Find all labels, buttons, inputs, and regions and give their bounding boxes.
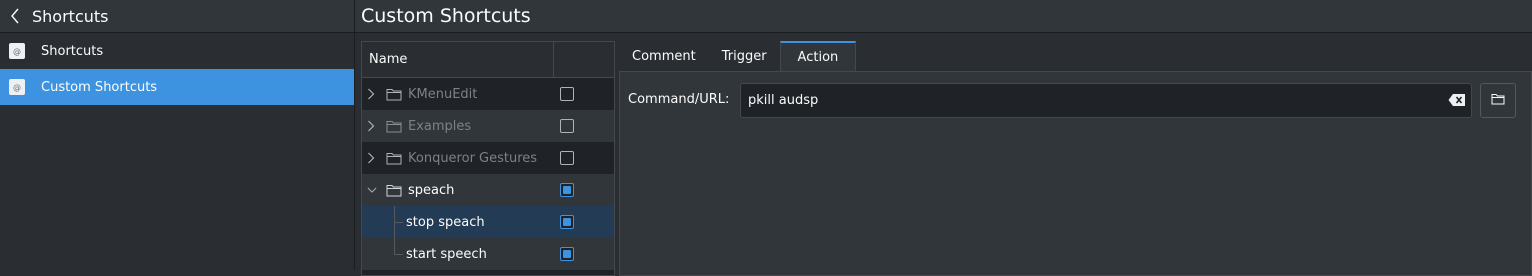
tab-trigger[interactable]: Trigger [709, 41, 780, 72]
enable-checkbox[interactable] [560, 215, 574, 229]
tree-row-konqueror-gestures[interactable]: Konqueror Gestures [362, 142, 614, 174]
shortcut-tree[interactable]: Name KMenuEdit Examples Konqueror Gestur… [361, 41, 615, 276]
tree-branch-line [394, 222, 403, 223]
sidebar-item-shortcuts[interactable]: @ Shortcuts [0, 33, 354, 69]
chevron-right-icon[interactable] [367, 120, 377, 132]
chevron-right-icon[interactable] [367, 88, 377, 100]
tab-action[interactable]: Action [779, 41, 857, 72]
custom-shortcuts-app-icon: @ [9, 79, 25, 95]
shortcuts-app-icon: @ [9, 43, 25, 59]
chevron-down-icon[interactable] [367, 184, 377, 196]
column-header-name[interactable]: Name [362, 42, 554, 77]
folder-icon [386, 151, 402, 165]
enable-checkbox[interactable] [560, 247, 574, 261]
command-url-label: Command/URL: [628, 92, 730, 107]
enable-checkbox[interactable] [560, 119, 574, 133]
sidebar-item-label: Custom Shortcuts [41, 79, 158, 95]
sidebar-header: Shortcuts [0, 0, 354, 33]
folder-icon [386, 119, 402, 133]
tree-item-label: KMenuEdit [408, 86, 478, 102]
tree-branch-line [394, 254, 403, 255]
tree-item-label: speach [408, 182, 455, 198]
tree-item-label: stop speach [406, 214, 485, 230]
sidebar: Shortcuts @ Shortcuts @ Custom Shortcuts [0, 0, 354, 270]
main-header: Custom Shortcuts [355, 0, 1532, 33]
tree-item-label: Examples [408, 118, 472, 134]
tree-row-kmenuedit[interactable]: KMenuEdit [362, 78, 614, 110]
tree-row-stop-speach[interactable]: stop speach [362, 206, 614, 238]
page-title: Custom Shortcuts [361, 5, 531, 27]
sidebar-item-label: Shortcuts [41, 43, 104, 59]
main-content: Custom Shortcuts Name KMenuEdit Examples… [355, 0, 1532, 276]
tree-item-label: Konqueror Gestures [408, 150, 538, 166]
folder-icon [386, 87, 402, 101]
svg-text:@: @ [13, 47, 21, 56]
enable-checkbox[interactable] [560, 151, 574, 165]
tree-row-examples[interactable]: Examples [362, 110, 614, 142]
tree-row-start-speech[interactable]: start speech [362, 238, 614, 270]
sidebar-item-custom-shortcuts[interactable]: @ Custom Shortcuts [0, 69, 354, 105]
folder-icon [386, 183, 402, 197]
tree-row-speach[interactable]: speach [362, 174, 614, 206]
clear-text-icon[interactable] [1448, 93, 1466, 107]
folder-open-icon [1491, 93, 1505, 109]
sidebar-title: Shortcuts [32, 6, 109, 26]
tree-item-label: start speech [406, 246, 487, 262]
browse-file-button[interactable] [1480, 83, 1516, 118]
back-arrow-icon[interactable] [10, 8, 22, 24]
column-header-enabled[interactable] [554, 42, 614, 77]
enable-checkbox[interactable] [560, 183, 574, 197]
svg-text:@: @ [13, 83, 21, 92]
tab-bar: Comment Trigger Action [619, 41, 857, 72]
tab-comment[interactable]: Comment [619, 41, 709, 72]
column-header-label: Name [369, 52, 408, 67]
tree-header: Name [362, 42, 614, 78]
tree-branch-line [394, 238, 395, 254]
action-tab-panel: Command/URL: [619, 71, 1532, 276]
command-url-input[interactable] [740, 83, 1472, 118]
enable-checkbox[interactable] [560, 87, 574, 101]
chevron-right-icon[interactable] [367, 152, 377, 164]
